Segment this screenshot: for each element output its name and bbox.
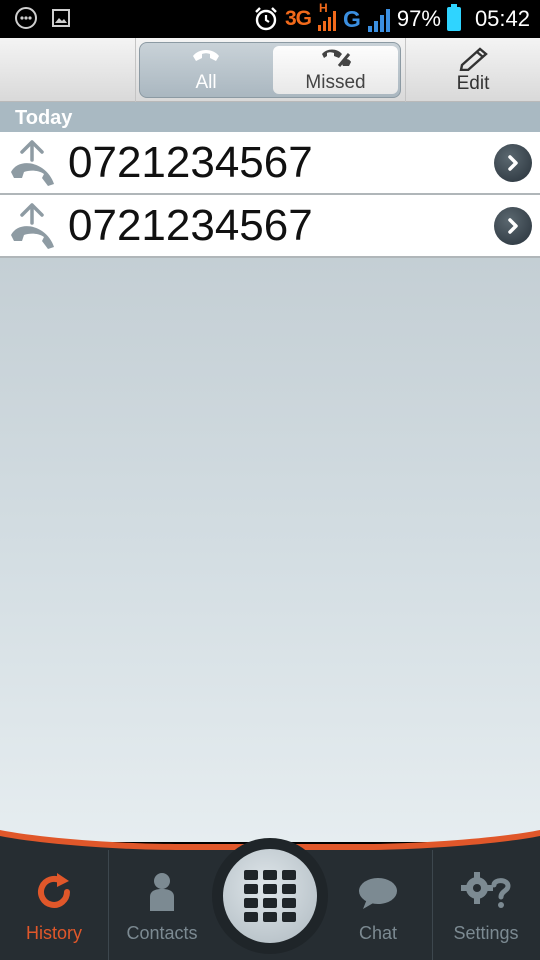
chat-icon: [359, 878, 397, 909]
tab-all-label: All: [195, 72, 217, 93]
call-number: 0721234567: [68, 201, 313, 250]
tab-chat-label: Chat: [358, 923, 398, 943]
tab-all[interactable]: All: [140, 43, 272, 97]
chevron-right-icon: [508, 218, 518, 234]
battery-percentage: 97%: [396, 6, 441, 31]
call-filter-segmented: All Missed: [139, 42, 401, 98]
action-bar-spacer: [0, 38, 136, 102]
tab-history[interactable]: History: [0, 848, 108, 960]
signal-g-icon: [367, 9, 390, 32]
outgoing-call-icon: [11, 203, 54, 249]
missed-call-icon: [321, 49, 351, 67]
image-icon: [52, 9, 70, 27]
dialpad-icon: [244, 870, 296, 922]
tab-contacts-label: Contacts: [126, 923, 198, 943]
outgoing-call-icon: [11, 140, 54, 186]
call-history-panel: Today 0721234567 0721234567: [0, 102, 540, 842]
edit-button[interactable]: Edit: [405, 38, 540, 102]
call-details-button[interactable]: [494, 207, 532, 245]
history-icon: [38, 873, 70, 908]
section-header-today: Today: [0, 102, 540, 132]
battery-icon: [446, 4, 461, 31]
pencil-icon: [459, 47, 488, 71]
call-details-button[interactable]: [494, 144, 532, 182]
phone-icon: [193, 50, 219, 61]
status-bar: 3G H G 97% 05:42: [0, 0, 540, 38]
call-number: 0721234567: [68, 138, 313, 187]
tab-missed-label: Missed: [305, 72, 366, 93]
network-g-label: G: [343, 5, 361, 32]
call-row[interactable]: 0721234567: [0, 132, 540, 195]
alarm-icon: [255, 7, 277, 31]
network-3g-label: 3G: [284, 7, 312, 30]
tab-history-label: History: [25, 923, 82, 943]
tab-missed[interactable]: Missed: [273, 46, 398, 94]
clock: 05:42: [474, 6, 530, 31]
bottom-navigation: History Contacts Chat Settings: [0, 830, 540, 960]
action-bar: All Missed Edit: [0, 38, 540, 102]
contacts-icon: [150, 873, 174, 911]
signal-3g-icon: H: [317, 1, 337, 33]
chevron-right-icon: [508, 155, 518, 171]
edit-label: Edit: [456, 73, 490, 94]
call-row[interactable]: 0721234567: [0, 195, 540, 258]
tab-chat[interactable]: Chat: [324, 848, 432, 960]
dialpad-button[interactable]: [212, 838, 328, 954]
tab-settings[interactable]: Settings: [432, 848, 540, 960]
tab-contacts[interactable]: Contacts: [108, 848, 216, 960]
notification-icon: [15, 7, 37, 29]
tab-settings-label: Settings: [453, 923, 519, 943]
settings-icon: [461, 872, 511, 908]
